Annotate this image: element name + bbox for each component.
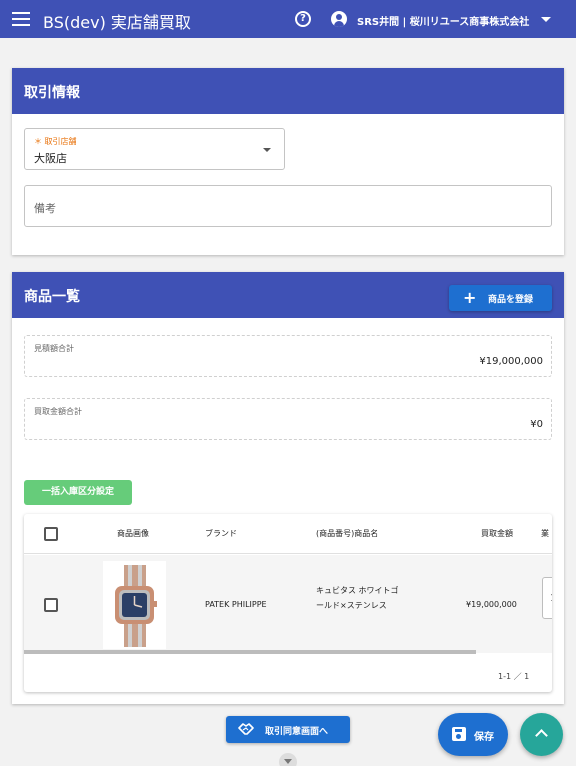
notes-field[interactable]: 備考	[24, 185, 552, 227]
product-name: キュビタス ホワイトゴールド×ステンレス	[316, 586, 399, 610]
column-header-name: (商品番号)商品名	[316, 529, 379, 538]
transaction-info-title: 取引情報	[24, 85, 80, 101]
estimate-total-box: 見積額合計 ¥19,000,000	[24, 335, 552, 377]
row-input-field[interactable]: 1	[542, 577, 552, 619]
product-brand: PATEK PHILIPPE	[205, 600, 267, 609]
scroll-down-icon[interactable]	[279, 753, 297, 766]
purchase-total-box: 買取金額合計 ¥0	[24, 398, 552, 440]
estimate-total-label: 見積額合計	[34, 344, 74, 353]
account-icon[interactable]	[331, 11, 347, 27]
store-select[interactable]: ＊ 取引店舗 大阪店	[24, 128, 285, 170]
column-header-image: 商品画像	[117, 529, 149, 538]
table-row[interactable]: PATEK PHILIPPE キュビタス ホワイトゴールド×ステンレス ¥19,…	[24, 555, 552, 653]
save-icon	[452, 727, 466, 741]
store-select-label: ＊ 取引店舗	[34, 137, 77, 146]
select-all-checkbox[interactable]	[44, 527, 58, 541]
user-account-label[interactable]: SRS井間 | 桜川リユース商事株式会社	[357, 13, 529, 28]
plus-icon: +	[463, 288, 477, 307]
product-image	[103, 561, 166, 649]
scroll-to-top-button[interactable]	[520, 713, 563, 756]
row-input-value: 1	[550, 593, 552, 604]
store-select-value: 大阪店	[34, 152, 67, 165]
menu-icon[interactable]	[12, 12, 30, 26]
notes-field-label: 備考	[34, 202, 56, 215]
bulk-warehouse-category-button[interactable]: 一括入庫区分設定	[24, 480, 132, 505]
help-icon[interactable]: ?	[295, 11, 311, 27]
column-header-brand: ブランド	[205, 529, 237, 538]
estimate-total-value: ¥19,000,000	[479, 356, 543, 367]
add-product-label: 商品を登録	[488, 295, 534, 305]
transaction-agreement-label: 取引同意画面へ	[265, 727, 329, 737]
horizontal-scrollbar[interactable]	[24, 650, 476, 654]
chevron-down-icon[interactable]	[541, 17, 551, 22]
product-list-card: 商品一覧 + 商品を登録 見積額合計 ¥19,000,000 買取金額合計 ¥0…	[12, 272, 564, 704]
column-header-truncated: 業	[541, 529, 549, 538]
dropdown-arrow-icon[interactable]	[263, 148, 271, 152]
app-bar: BS(dev) 実店舗買取 ? SRS井間 | 桜川リユース商事株式会社	[0, 0, 576, 38]
transaction-agreement-button[interactable]: 取引同意画面へ	[226, 716, 350, 743]
app-title: BS(dev) 実店舗買取	[43, 13, 191, 32]
purchase-total-value: ¥0	[530, 419, 543, 430]
watch-image	[115, 565, 157, 647]
purchase-total-label: 買取金額合計	[34, 407, 82, 416]
save-button[interactable]: 保存	[438, 713, 508, 756]
product-price: ¥19,000,000	[466, 600, 517, 609]
column-header-price: 買取金額	[481, 529, 513, 538]
row-checkbox[interactable]	[44, 598, 58, 612]
add-product-button[interactable]: + 商品を登録	[449, 285, 552, 311]
product-list-header: 商品一覧 + 商品を登録	[12, 272, 564, 318]
save-label: 保存	[474, 732, 494, 743]
table-header: 商品画像 ブランド (商品番号)商品名 買取金額 業	[24, 514, 552, 554]
handshake-icon	[238, 723, 254, 735]
product-table: 商品画像 ブランド (商品番号)商品名 買取金額 業 PATEK PHILIPP…	[24, 514, 552, 692]
transaction-info-card: 取引情報 ＊ 取引店舗 大阪店 備考	[12, 68, 564, 255]
product-list-title: 商品一覧	[24, 289, 80, 305]
transaction-info-header: 取引情報	[12, 68, 564, 114]
pagination-info: 1-1 ／ 1	[498, 672, 530, 681]
